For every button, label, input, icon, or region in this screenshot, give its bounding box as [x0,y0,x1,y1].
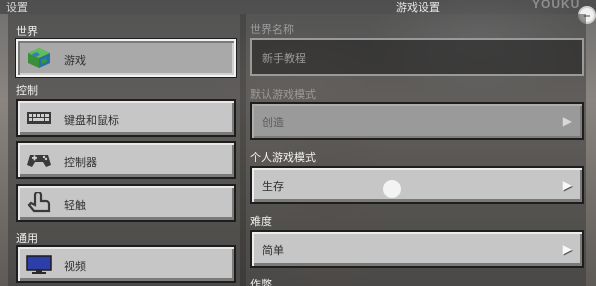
page-title: 游戏设置 [396,1,440,14]
cheats-section-label: 作弊 [250,278,272,286]
sidebar-item-label: 控制器 [64,156,97,169]
default-game-mode-label: 默认游戏模式 [250,88,316,101]
chevron-right-icon: ▶ [562,178,572,192]
difficulty-value: 简单 [262,244,284,257]
sidebar-item-label: 视频 [64,260,86,273]
sidebar-item-label: 键盘和鼠标 [64,114,119,127]
personal-game-mode-value: 生存 [262,180,284,193]
personal-game-mode-label: 个人游戏模式 [250,151,316,164]
touch-hand-icon [26,190,52,214]
touch-cursor-indicator [383,180,401,198]
section-label-controls: 控制 [16,84,38,97]
sidebar-item-video[interactable]: 视频 [16,245,236,283]
section-label-general: 通用 [16,232,38,245]
sidebar-item-keyboard-mouse[interactable]: 键盘和鼠标 [16,99,236,137]
keyboard-icon [26,107,52,129]
gamepad-icon [26,149,52,171]
world-name-label: 世界名称 [250,23,294,36]
world-globe-icon [26,47,52,69]
world-name-field[interactable]: 新手教程 [250,38,584,76]
sidebar-item-controller[interactable]: 控制器 [16,141,236,179]
world-name-value: 新手教程 [262,52,306,65]
top-bar: 设置 游戏设置 YOUKU [0,0,596,14]
difficulty-dropdown[interactable]: 简单 ▶ [250,230,584,268]
chevron-right-icon: ▶ [562,114,572,128]
settings-title: 设置 [6,1,28,14]
sidebar-item-label: 轻触 [64,199,86,212]
section-label-world: 世界 [16,25,38,38]
video-watermark: YOUKU [532,0,581,11]
default-game-mode-value: 创造 [262,116,284,129]
chevron-right-icon: ▶ [562,242,572,256]
personal-game-mode-dropdown[interactable]: 生存 ▶ [250,166,584,204]
sidebar-item-label: 游戏 [64,54,86,67]
difficulty-label: 难度 [250,215,272,228]
sidebar-item-touch[interactable]: 轻触 [16,184,236,222]
monitor-icon [26,253,52,275]
default-game-mode-dropdown[interactable]: 创造 ▶ [250,102,584,140]
sidebar-item-game[interactable]: 游戏 [15,38,237,78]
